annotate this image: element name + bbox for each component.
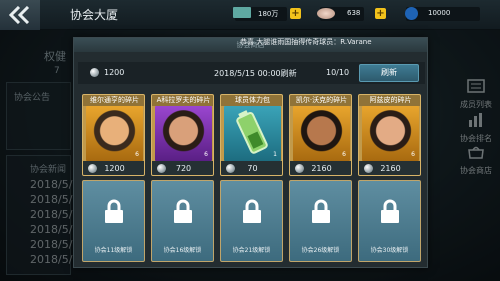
player-icon [405,7,418,20]
item-price-bar: 2160 [290,161,351,175]
unlock-requirement: 协会16级解锁 [163,247,202,254]
association-shop-modal: 协会商店 1200 2018/5/15 00:00刷新 10/10 刷新 维尔通… [73,37,428,268]
item-price: 720 [175,164,192,173]
locked-slot: 协会21级解锁 [220,180,283,262]
locked-slot: 协会16级解锁 [151,180,214,262]
cash-value: 180万 [258,10,279,18]
gem-value: 638 [347,9,361,17]
back-button[interactable] [0,0,40,30]
unlock-requirement: 协会21级解锁 [232,247,271,254]
locked-slot: 协会11级解锁 [82,180,145,262]
item-quantity: 6 [342,151,346,158]
add-cash-button[interactable]: + [290,8,301,19]
lock-icon [312,199,330,223]
item-price-bar: 1200 [83,161,144,175]
shop-item-card[interactable]: 凯尔·沃克的碎片 6 2160 [289,94,352,176]
item-name: 凯尔·沃克的碎片 [290,95,351,106]
item-name: 阿兹皮的碎片 [359,95,420,106]
item-price: 2160 [380,164,401,173]
shop-item-card[interactable]: 维尔通亨的碎片 6 1200 [82,94,145,176]
item-price: 2160 [311,164,332,173]
double-chevron-left-icon [9,6,30,24]
gem-icon [317,8,335,19]
lock-icon [105,199,123,223]
cash-icon [233,7,251,18]
player-value: 10000 [428,9,451,17]
lock-icon [381,199,399,223]
unlock-requirement: 协会11级解锁 [94,247,133,254]
item-price-bar: 2160 [359,161,420,175]
item-quantity: 6 [204,151,208,158]
lock-icon [243,199,261,223]
item-price: 70 [247,164,258,173]
unlock-requirement: 协会26级解锁 [301,247,340,254]
item-price-bar: 720 [152,161,213,175]
shop-item-card[interactable]: A科拉罗夫的碎片 6 720 [151,94,214,176]
item-quantity: 6 [411,151,415,158]
item-name: A科拉罗夫的碎片 [152,95,213,106]
refresh-count: 10/10 [326,68,350,77]
shop-item-card[interactable]: 阿兹皮的碎片 6 2160 [358,94,421,176]
refresh-time: 2018/5/15 00:00刷新 [214,69,297,78]
add-gem-button[interactable]: + [375,8,386,19]
lock-icon [174,199,192,223]
refresh-button[interactable]: 刷新 [359,64,419,82]
item-price: 1200 [104,164,125,173]
item-name: 维尔通亨的碎片 [83,95,144,106]
item-quantity: 6 [135,151,139,158]
item-name: 球员体力包 [221,95,282,106]
top-bar: 协会大厦 180万 + 638 + 10000 [0,0,500,30]
locked-slot: 协会30级解锁 [358,180,421,262]
announcement-ticker: 恭喜 大腿谁雨国抽得传奇球员：R.Varane [240,38,372,46]
item-quantity: 1 [273,151,277,158]
coin-balance: 1200 [104,68,125,77]
page-title: 协会大厦 [70,8,119,22]
item-price-bar: 70 [221,161,282,175]
locked-slot: 协会26级解锁 [289,180,352,262]
coin-icon [90,68,99,77]
unlock-requirement: 协会30级解锁 [370,247,409,254]
shop-item-card[interactable]: 球员体力包 1 70 [220,94,283,176]
